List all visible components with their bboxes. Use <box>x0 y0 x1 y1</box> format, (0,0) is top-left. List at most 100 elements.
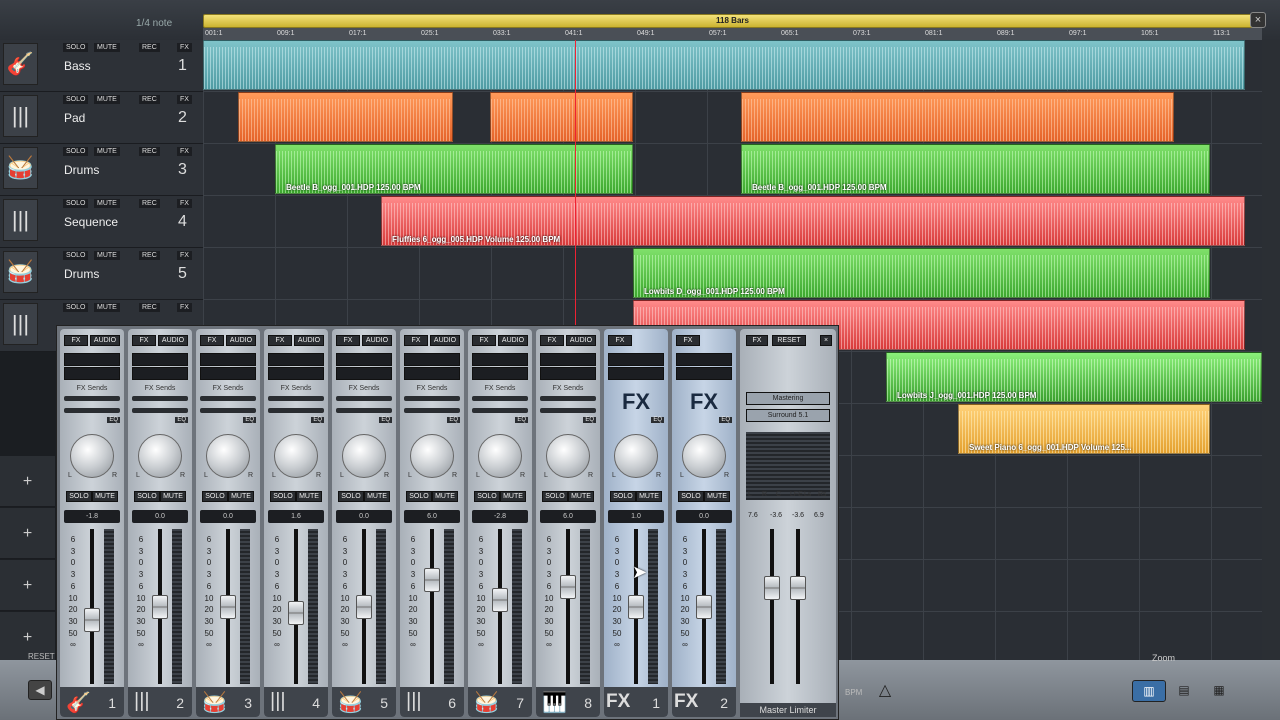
eq-button[interactable]: EQ <box>107 417 120 423</box>
pan-knob[interactable] <box>410 434 454 478</box>
rec-button[interactable]: REC <box>139 43 160 52</box>
track-header[interactable]: 🥁 SOLO MUTE REC FX Drums 3 <box>0 144 203 196</box>
drum-icon[interactable]: 🥁 <box>3 251 38 293</box>
synth-icon[interactable]: ||| <box>3 303 38 345</box>
pan-knob[interactable] <box>70 434 114 478</box>
solo-button[interactable]: SOLO <box>63 147 89 156</box>
solo-button[interactable]: SOLO <box>134 491 160 502</box>
mute-button[interactable]: MUTE <box>92 491 118 502</box>
volume-fader[interactable] <box>356 594 372 619</box>
solo-button[interactable]: SOLO <box>338 491 364 502</box>
fx-send-slider[interactable] <box>472 408 528 413</box>
fx-send-slider[interactable] <box>132 396 188 401</box>
volume-fader[interactable] <box>288 601 304 626</box>
pan-knob[interactable] <box>342 434 386 478</box>
reset-label[interactable]: RESET <box>28 652 55 661</box>
solo-button[interactable]: SOLO <box>63 251 89 260</box>
input-select[interactable] <box>404 367 460 380</box>
eq-button[interactable]: EQ <box>311 417 324 423</box>
eq-button[interactable]: EQ <box>583 417 596 423</box>
solo-button[interactable]: SOLO <box>406 491 432 502</box>
close-icon[interactable]: × <box>820 335 832 346</box>
volume-fader[interactable] <box>628 594 644 619</box>
solo-button[interactable]: SOLO <box>63 199 89 208</box>
volume-fader[interactable] <box>492 587 508 612</box>
volume-fader[interactable] <box>560 574 576 599</box>
metronome-icon[interactable]: △ <box>872 680 898 704</box>
solo-button[interactable]: SOLO <box>63 43 89 52</box>
fx-button[interactable]: FX <box>676 335 700 346</box>
note-value-dropdown[interactable]: 1/4 note <box>136 18 172 29</box>
audio-button[interactable]: AUDIO <box>430 335 460 346</box>
audio-object[interactable] <box>203 40 1245 90</box>
fx-send-slider[interactable] <box>132 408 188 413</box>
playhead[interactable] <box>575 40 576 325</box>
audio-object[interactable]: Fluffies 6_ogg_005.HDP Volume 125.00 BPM <box>381 196 1245 246</box>
fx-send-slider[interactable] <box>540 408 596 413</box>
pan-knob[interactable] <box>206 434 250 478</box>
fx-button[interactable]: FX <box>177 303 192 312</box>
solo-button[interactable]: SOLO <box>610 491 636 502</box>
add-track-icon[interactable]: + <box>0 456 55 507</box>
pan-knob[interactable] <box>274 434 318 478</box>
eq-button[interactable]: EQ <box>175 417 188 423</box>
audio-button[interactable]: AUDIO <box>362 335 392 346</box>
reset-button[interactable]: RESET <box>772 335 806 346</box>
input-select[interactable] <box>64 367 120 380</box>
fx-button[interactable]: FX <box>177 95 192 104</box>
fx-send-slider[interactable] <box>268 396 324 401</box>
fx-send-slider[interactable] <box>200 396 256 401</box>
input-select[interactable] <box>268 367 324 380</box>
master-fader[interactable] <box>790 576 806 600</box>
fx-send-slider[interactable] <box>336 408 392 413</box>
fx-button[interactable]: FX <box>268 335 292 346</box>
input-select[interactable] <box>200 367 256 380</box>
drum-icon[interactable]: 🥁 <box>3 147 38 189</box>
pan-knob[interactable] <box>682 434 726 478</box>
fx-send-slider[interactable] <box>472 396 528 401</box>
input-select[interactable] <box>472 353 528 366</box>
input-select[interactable] <box>540 353 596 366</box>
mute-button[interactable]: MUTE <box>636 491 662 502</box>
fx-send-slider[interactable] <box>404 396 460 401</box>
input-select[interactable] <box>132 353 188 366</box>
fx-button[interactable]: FX <box>404 335 428 346</box>
input-select[interactable] <box>200 353 256 366</box>
solo-button[interactable]: SOLO <box>66 491 92 502</box>
track-header[interactable]: 🎸 SOLO MUTE REC FX Bass 1 <box>0 40 203 92</box>
timeline-ruler[interactable]: 001:1 009:1 017:1 025:1 033:1 041:1 049:1 057:1… <box>203 28 1262 40</box>
pan-knob[interactable] <box>478 434 522 478</box>
fx-send-slider[interactable] <box>540 396 596 401</box>
mute-button[interactable]: MUTE <box>296 491 322 502</box>
rec-button[interactable]: REC <box>139 199 160 208</box>
eq-button[interactable]: EQ <box>719 417 732 423</box>
track-header[interactable]: 🥁 SOLO MUTE REC FX Drums 5 <box>0 248 203 300</box>
solo-button[interactable]: SOLO <box>474 491 500 502</box>
fx-button[interactable]: FX <box>177 251 192 260</box>
eq-button[interactable]: EQ <box>243 417 256 423</box>
audio-object[interactable] <box>238 92 453 142</box>
volume-fader[interactable] <box>696 594 712 619</box>
fx-send-slider[interactable] <box>200 408 256 413</box>
pan-knob[interactable] <box>614 434 658 478</box>
master-fader[interactable] <box>764 576 780 600</box>
mute-button[interactable]: MUTE <box>94 303 120 312</box>
fx-button[interactable]: FX <box>746 335 768 346</box>
input-select[interactable] <box>608 353 664 366</box>
eq-button[interactable]: EQ <box>515 417 528 423</box>
surround-button[interactable]: Surround 5.1 <box>746 409 830 422</box>
input-select[interactable] <box>336 353 392 366</box>
fx-send-slider[interactable] <box>336 396 392 401</box>
audio-button[interactable]: AUDIO <box>158 335 188 346</box>
pan-knob[interactable] <box>546 434 590 478</box>
eq-button[interactable]: EQ <box>651 417 664 423</box>
input-select[interactable] <box>676 367 732 380</box>
audio-button[interactable]: AUDIO <box>90 335 120 346</box>
input-select[interactable] <box>472 367 528 380</box>
solo-button[interactable]: SOLO <box>202 491 228 502</box>
input-select[interactable] <box>608 367 664 380</box>
solo-button[interactable]: SOLO <box>678 491 704 502</box>
guitar-icon[interactable]: 🎸 <box>3 43 38 85</box>
input-select[interactable] <box>336 367 392 380</box>
audio-button[interactable]: AUDIO <box>294 335 324 346</box>
